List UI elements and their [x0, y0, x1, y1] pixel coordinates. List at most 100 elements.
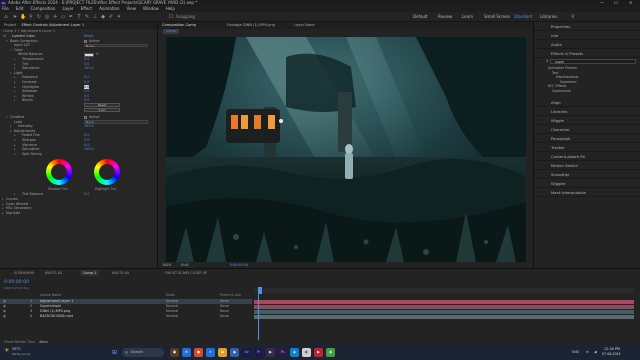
comp-subtab[interactable]: Comp [163, 29, 179, 34]
hand-tool-icon[interactable]: ✋ [20, 14, 26, 20]
taskbar-app-icon[interactable]: ◈ [290, 348, 299, 357]
taskbar-app-icon[interactable]: ◉ [326, 348, 335, 357]
timeline-tab-comp1[interactable]: Comp 1 [80, 270, 100, 276]
creative-active-checkbox[interactable] [84, 116, 87, 120]
workspace-small-screen[interactable]: Small Screen [484, 14, 510, 20]
tab-project[interactable]: Project [4, 23, 16, 27]
weather-desc[interactable]: Partly sunny [12, 352, 31, 356]
timeline-tab-knots-a3[interactable]: KNOTS A3 [45, 270, 62, 276]
panel-info[interactable]: Info [534, 31, 640, 40]
workspace-default[interactable]: Default [413, 14, 428, 20]
layer-duration-bar[interactable] [254, 309, 634, 314]
taskbar-search-input[interactable]: Search [122, 348, 164, 357]
panel-motion-sketch[interactable]: Motion Sketch [534, 161, 640, 170]
tree-animation-presets[interactable]: Animation Presets [548, 66, 578, 71]
clock-time[interactable]: 12:34 PM [604, 347, 620, 351]
panel-paragraph[interactable]: Paragraph [534, 134, 640, 143]
timeline-timecode[interactable]: 0:00:00:00 [4, 280, 29, 285]
effects-search-input[interactable]: super [550, 59, 636, 64]
time-ruler[interactable] [254, 287, 634, 294]
camera-tool-icon[interactable]: ◎ [44, 14, 50, 20]
layer-row[interactable]: ◉ 4 BACKGROUND.mp4 Normal None [0, 314, 252, 319]
menu-composition[interactable]: Composition [30, 6, 55, 11]
clock-date[interactable]: 07-06-2024 [602, 352, 621, 356]
type-tool-icon[interactable]: T [76, 14, 82, 20]
home-icon[interactable]: ⌂ [3, 14, 9, 20]
panel-libraries[interactable]: Libraries [534, 107, 640, 116]
menu-animation[interactable]: Animation [99, 6, 119, 11]
taskbar-app-icon[interactable]: ▶ [266, 348, 275, 357]
rectangle-tool-icon[interactable]: ▭ [60, 14, 66, 20]
snapping-label[interactable]: Snapping [176, 14, 195, 20]
brush-tool-icon[interactable]: ✎ [84, 14, 90, 20]
active-checkbox[interactable] [84, 39, 87, 43]
menu-help[interactable]: Help [166, 6, 175, 11]
shadow-tint-wheel[interactable] [46, 159, 72, 186]
workspace-libraries[interactable]: Libraries [540, 14, 557, 20]
pen-tool-icon[interactable]: ✒ [68, 14, 74, 20]
layer-duration-bar[interactable] [254, 299, 634, 304]
panel-align[interactable]: Align [534, 98, 640, 107]
volume-icon[interactable]: ◀ [594, 348, 597, 357]
menu-window[interactable]: Window [143, 6, 159, 11]
layer-mode[interactable]: Normal [166, 314, 178, 319]
timeline-tab-knots-a5[interactable]: KNOTS A5 [112, 270, 129, 276]
taskbar-app-icon[interactable]: ● [194, 348, 203, 357]
taskbar-app-icon[interactable]: ✉ [182, 348, 191, 357]
menu-effect[interactable]: Effect [81, 6, 93, 11]
col-source-name[interactable]: Source Name [40, 293, 61, 298]
zoom-dropdown[interactable]: 100% [162, 263, 171, 267]
taskbar-app-icon[interactable]: ▶ [314, 348, 323, 357]
col-parent[interactable]: Parent & Link [220, 293, 241, 298]
layer-parent[interactable]: None [220, 314, 229, 319]
panel-wiggle[interactable]: Wiggle [534, 116, 640, 125]
snapping-checkbox-icon[interactable]: ☐ [168, 14, 174, 20]
eye-icon[interactable]: ◉ [3, 314, 6, 319]
taskbar-app-icon[interactable]: ◆ [230, 348, 239, 357]
panel-wiggler[interactable]: Wiggler [534, 179, 640, 188]
composition-viewer[interactable] [166, 37, 526, 262]
wifi-icon[interactable]: ≋ [586, 348, 589, 357]
workspace-review[interactable]: Review [438, 14, 452, 20]
panel-tracker[interactable]: Tracker [534, 143, 640, 152]
menu-edit[interactable]: Edit [16, 6, 24, 11]
timeline-tab-ghost[interactable]: GHOST SCARY CLOSE UP [165, 270, 207, 276]
panel-audio[interactable]: Audio [534, 40, 640, 49]
rotate-tool-icon[interactable]: ↻ [36, 14, 42, 20]
tab-layer[interactable]: Layer None [294, 23, 315, 27]
windows-start-icon[interactable]: ⊞ [110, 348, 119, 357]
highlight-tint-wheel[interactable] [94, 159, 120, 186]
puppet-tool-icon[interactable]: ✶ [116, 14, 122, 20]
menu-file[interactable]: File [2, 6, 9, 11]
quality-dropdown[interactable]: (Full) [181, 263, 189, 267]
panel-character[interactable]: Character [534, 125, 640, 134]
taskbar-pr-icon[interactable]: Pr [254, 348, 263, 357]
chevron-right-icon[interactable]: ▸ [2, 211, 4, 216]
taskbar-edge-icon[interactable]: e [206, 348, 215, 357]
playhead-line[interactable] [258, 288, 259, 340]
vignette-row[interactable]: ▸ Vignette [0, 211, 157, 216]
weather-icon[interactable]: ☀ [4, 347, 9, 354]
taskbar-folder-icon[interactable]: ▬ [218, 348, 227, 357]
layer-name[interactable]: BACKGROUND.mp4 [40, 314, 73, 319]
zoom-tool-icon[interactable]: ⚲ [28, 14, 34, 20]
taskbar-app-icon[interactable]: ▣ [170, 348, 179, 357]
viewer-timecode[interactable]: 0:00:00:00 [230, 263, 248, 267]
workspace-standard[interactable]: Standard [514, 14, 532, 20]
tree-superscene[interactable]: Superscene [548, 89, 578, 94]
panel-properties[interactable]: Properties [534, 22, 640, 31]
search-help-icon[interactable]: ⚲ [570, 14, 576, 20]
timeline-tab-screaming[interactable]: SCREAMING [14, 270, 34, 276]
panel-content-aware-fill[interactable]: Content-Aware Fill [534, 152, 640, 161]
tab-footage[interactable]: Footage DINN (1).MP4.png [227, 23, 275, 27]
eraser-tool-icon[interactable]: ◆ [100, 14, 106, 20]
tab-effect-controls[interactable]: Effect Controls Adjustment Layer 1 [21, 23, 84, 27]
taskbar-app-icon[interactable]: ◐ [302, 348, 311, 357]
weather-temp[interactable]: 29°C [12, 347, 21, 351]
language-indicator[interactable]: ENG [572, 348, 579, 357]
layer-duration-bar[interactable] [254, 304, 634, 309]
workspace-learn[interactable]: Learn [462, 14, 473, 20]
stamp-tool-icon[interactable]: ⊥ [92, 14, 98, 20]
selection-tool-icon[interactable]: ➤ [12, 14, 18, 20]
layer-duration-bar[interactable] [254, 314, 634, 319]
